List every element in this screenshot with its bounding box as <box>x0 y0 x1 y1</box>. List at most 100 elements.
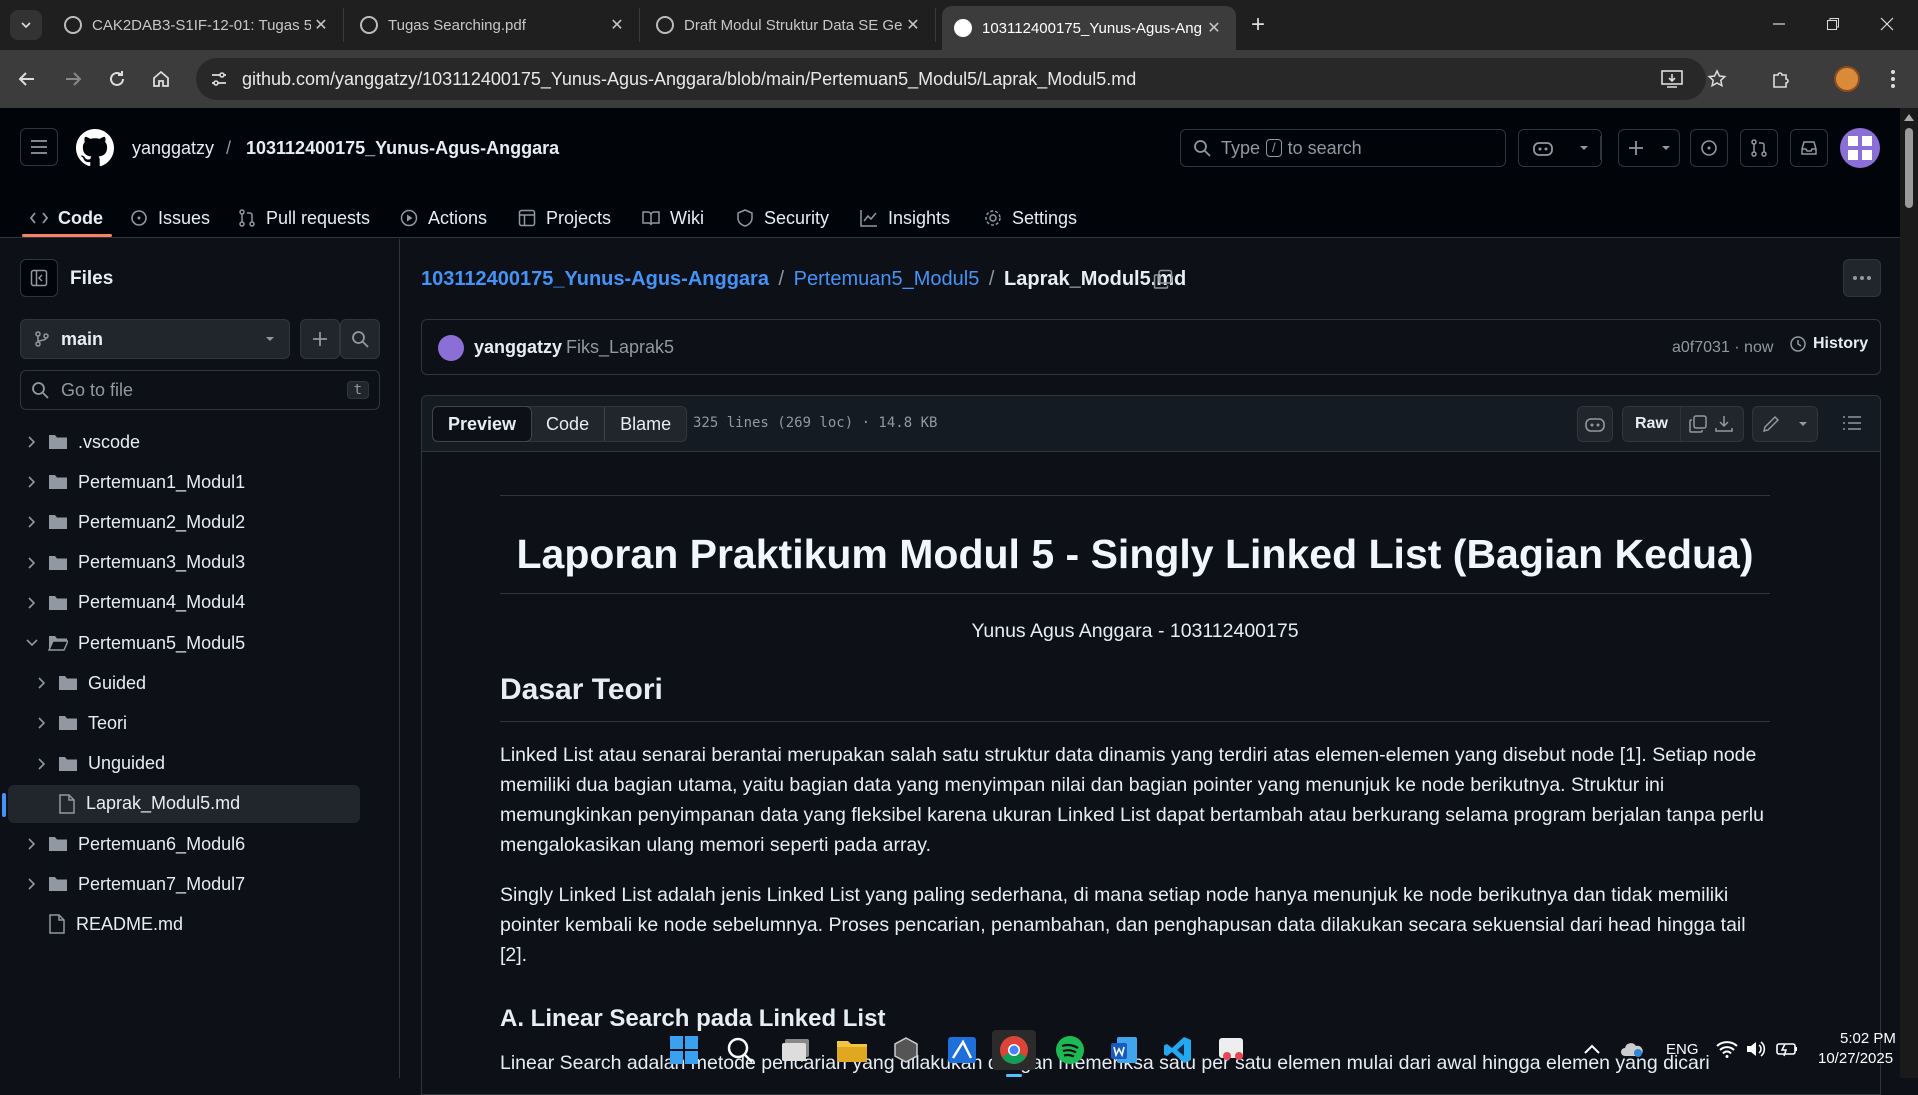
copilot-file-button[interactable] <box>1577 406 1613 442</box>
chevron-down-icon[interactable] <box>1579 144 1589 152</box>
tab-security[interactable]: Security <box>736 198 829 238</box>
bookmark-star-icon[interactable] <box>1700 62 1734 96</box>
commit-hash-time[interactable]: a0f7031 · now <box>1672 339 1773 357</box>
search-files-button[interactable] <box>340 319 380 359</box>
forward-icon[interactable] <box>56 62 90 96</box>
tree-file[interactable]: Laprak_Modul5.md <box>2 784 360 823</box>
address-bar[interactable]: github.com/yanggatzy/103112400175_Yunus-… <box>196 58 1706 100</box>
copilot-button[interactable] <box>1518 129 1602 167</box>
clock-date[interactable]: 10/27/2025 <box>1818 1050 1893 1067</box>
page-scrollbar[interactable] <box>1900 108 1918 1078</box>
close-tab-icon[interactable]: ✕ <box>1204 18 1224 38</box>
download-icon[interactable] <box>1715 415 1733 433</box>
tree-folder[interactable]: Unguided <box>8 745 360 783</box>
snipping-tool-app[interactable] <box>1210 1030 1254 1070</box>
language-indicator[interactable]: ENG <box>1666 1041 1699 1058</box>
close-tab-icon[interactable]: ✕ <box>311 15 331 35</box>
chevron-right-icon[interactable] <box>27 838 37 850</box>
restore-icon[interactable] <box>1806 0 1860 48</box>
close-tab-icon[interactable]: ✕ <box>903 15 923 35</box>
close-window-icon[interactable] <box>1860 0 1914 48</box>
chevron-right-icon[interactable] <box>27 436 37 448</box>
onedrive-icon[interactable] <box>1620 1040 1644 1058</box>
collapse-sidebar-button[interactable] <box>20 259 58 297</box>
new-tab-button[interactable]: + <box>1244 12 1272 40</box>
vscode-app[interactable] <box>1156 1030 1200 1070</box>
repo-owner-link[interactable]: yanggatzy <box>132 138 214 159</box>
user-avatar[interactable] <box>1840 128 1880 168</box>
wifi-icon[interactable] <box>1716 1040 1738 1058</box>
chevron-right-icon[interactable] <box>27 878 37 890</box>
draw-app[interactable] <box>940 1030 984 1070</box>
word-app[interactable] <box>1102 1030 1146 1070</box>
volume-icon[interactable] <box>1746 1040 1766 1058</box>
tree-file[interactable]: README.md <box>8 905 360 943</box>
install-app-icon[interactable] <box>1661 69 1683 89</box>
browser-tab[interactable]: Draft Modul Struktur Data SE Ge ✕ <box>644 8 936 42</box>
copy-icon[interactable] <box>1689 415 1707 433</box>
tab-pull-requests[interactable]: Pull requests <box>238 198 370 238</box>
outline-list-icon[interactable] <box>1842 415 1862 431</box>
chevron-right-icon[interactable] <box>37 717 47 729</box>
chevron-right-icon[interactable] <box>27 516 37 528</box>
extensions-icon[interactable] <box>1764 62 1798 96</box>
search-input[interactable]: Type / to search <box>1180 129 1506 167</box>
scroll-up-arrow[interactable] <box>1904 114 1914 121</box>
tab-projects[interactable]: Projects <box>518 198 611 238</box>
back-icon[interactable] <box>10 62 44 96</box>
history-button[interactable]: History <box>1789 335 1868 353</box>
file-explorer-app[interactable] <box>830 1030 874 1070</box>
home-icon[interactable] <box>144 62 178 96</box>
chevron-right-icon[interactable] <box>37 758 47 770</box>
tab-insights[interactable]: Insights <box>860 198 950 238</box>
github-logo-icon[interactable] <box>76 129 114 167</box>
chevron-right-icon[interactable] <box>27 557 37 569</box>
spotify-app[interactable] <box>1048 1030 1092 1070</box>
chevron-up-icon[interactable] <box>1584 1044 1600 1054</box>
repo-name-link[interactable]: 103112400175_Yunus-Agus-Anggara <box>246 138 559 159</box>
breadcrumb-folder-link[interactable]: Pertemuan5_Modul5 <box>794 268 980 290</box>
issues-button[interactable] <box>1690 129 1728 167</box>
tree-folder[interactable]: Teori <box>8 704 360 742</box>
browser-tab[interactable]: CAK2DAB3-S1IF-12-01: Tugas 5 ✕ <box>52 8 344 42</box>
tab-wiki[interactable]: Wiki <box>642 198 704 238</box>
tree-folder[interactable]: Pertemuan7_Modul7 <box>8 865 360 903</box>
tab-search-button[interactable] <box>10 10 42 40</box>
branch-selector[interactable]: main <box>20 319 290 359</box>
chevron-down-icon[interactable] <box>1798 420 1808 428</box>
tree-folder[interactable]: Pertemuan3_Modul3 <box>8 544 360 582</box>
tree-folder[interactable]: Pertemuan5_Modul5 <box>8 624 360 662</box>
browser-menu-icon[interactable] <box>1876 62 1910 96</box>
blame-tab[interactable]: Blame <box>605 407 686 441</box>
more-options-button[interactable] <box>1843 259 1881 297</box>
site-info-icon[interactable] <box>210 70 228 88</box>
add-file-button[interactable] <box>300 319 340 359</box>
create-new-button[interactable] <box>1618 129 1680 167</box>
reload-icon[interactable] <box>100 62 134 96</box>
chevron-right-icon[interactable] <box>27 476 37 488</box>
tree-folder[interactable]: Pertemuan2_Modul2 <box>8 503 360 541</box>
start-button[interactable] <box>662 1030 706 1070</box>
chevron-right-icon[interactable] <box>37 677 47 689</box>
tab-actions[interactable]: Actions <box>400 198 487 238</box>
close-tab-icon[interactable]: ✕ <box>607 15 627 35</box>
inbox-button[interactable] <box>1790 129 1828 167</box>
tree-folder[interactable]: Guided <box>8 664 360 702</box>
unity-app[interactable] <box>884 1030 928 1070</box>
author-avatar[interactable] <box>438 335 464 361</box>
tab-issues[interactable]: Issues <box>130 198 210 238</box>
tree-folder[interactable]: Pertemuan6_Modul6 <box>8 825 360 863</box>
tree-folder[interactable]: Pertemuan1_Modul1 <box>8 463 360 501</box>
profile-avatar[interactable] <box>1830 62 1864 96</box>
hamburger-menu-button[interactable] <box>20 128 58 166</box>
scrollbar-thumb[interactable] <box>1905 128 1913 208</box>
commit-message[interactable]: Fiks_Laprak5 <box>566 337 674 358</box>
clock-time[interactable]: 5:02 PM <box>1840 1030 1896 1047</box>
commit-author[interactable]: yanggatzy <box>474 337 562 358</box>
battery-icon[interactable] <box>1776 1040 1800 1058</box>
chrome-app[interactable] <box>992 1030 1036 1070</box>
code-tab[interactable]: Code <box>531 407 606 441</box>
preview-tab[interactable]: Preview <box>432 406 533 442</box>
tab-code[interactable]: Code <box>30 198 103 238</box>
task-view-button[interactable] <box>774 1030 818 1070</box>
